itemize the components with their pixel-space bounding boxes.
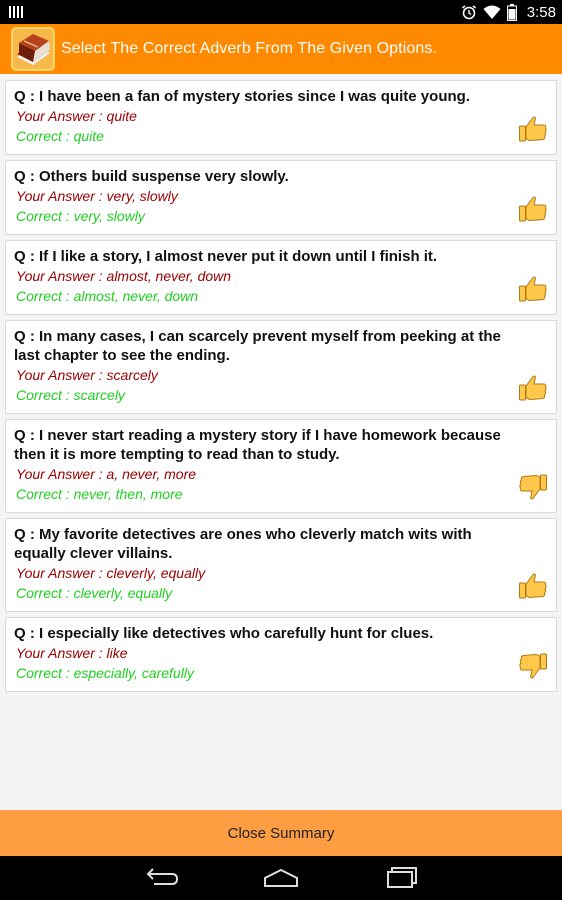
recent-apps-icon[interactable] xyxy=(382,864,422,892)
battery-icon xyxy=(506,3,517,21)
thumbs-up-icon xyxy=(519,116,547,142)
status-time: 3:58 xyxy=(526,3,556,21)
question-card: Q : I have been a fan of mystery stories… xyxy=(5,80,557,155)
question-card: Q : If I like a story, I almost never pu… xyxy=(5,240,557,315)
your-answer: Your Answer : cleverly, equally xyxy=(16,565,206,581)
app-header: Select The Correct Adverb From The Given… xyxy=(0,24,562,74)
home-icon[interactable] xyxy=(261,864,301,892)
question-text: Q : Others build suspense very slowly. xyxy=(14,168,289,185)
thumbs-down-icon xyxy=(519,474,547,500)
page-title: Select The Correct Adverb From The Given… xyxy=(61,40,438,57)
thumbs-up-icon xyxy=(519,276,547,302)
your-answer: Your Answer : scarcely xyxy=(16,367,158,383)
correct-answer: Correct : almost, never, down xyxy=(16,288,199,304)
navigation-bar xyxy=(0,856,562,900)
your-answer: Your Answer : a, never, more xyxy=(16,466,197,482)
your-answer: Your Answer : like xyxy=(16,645,128,661)
wifi-icon xyxy=(483,5,501,19)
thumbs-up-icon xyxy=(519,573,547,599)
thumbs-up-icon xyxy=(519,375,547,401)
notification-bars-icon xyxy=(9,6,23,18)
close-summary-button[interactable]: Close Summary xyxy=(0,810,562,856)
question-text: Q : I never start reading a mystery stor… xyxy=(14,427,501,463)
your-answer: Your Answer : almost, never, down xyxy=(16,268,232,284)
back-icon[interactable] xyxy=(140,864,180,892)
correct-answer: Correct : very, slowly xyxy=(16,208,145,224)
correct-answer: Correct : scarcely xyxy=(16,387,125,403)
question-card: Q : My favorite detectives are ones who … xyxy=(5,518,557,612)
alarm-icon xyxy=(461,5,476,20)
question-text: Q : My favorite detectives are ones who … xyxy=(14,526,472,562)
correct-answer: Correct : quite xyxy=(16,128,104,144)
question-card: Q : Others build suspense very slowly. Y… xyxy=(5,160,557,235)
your-answer: Your Answer : very, slowly xyxy=(16,188,178,204)
question-summary-list: Q : I have been a fan of mystery stories… xyxy=(0,74,562,697)
your-answer: Your Answer : quite xyxy=(16,108,137,124)
question-card: Q : In many cases, I can scarcely preven… xyxy=(5,320,557,414)
question-text: Q : I have been a fan of mystery stories… xyxy=(14,88,470,105)
question-card: Q : I never start reading a mystery stor… xyxy=(5,419,557,513)
correct-answer: Correct : especially, carefully xyxy=(16,665,194,681)
status-bar: 3:58 xyxy=(0,0,562,24)
question-card: Q : I especially like detectives who car… xyxy=(5,617,557,692)
correct-answer: Correct : cleverly, equally xyxy=(16,585,173,601)
question-text: Q : I especially like detectives who car… xyxy=(14,625,434,642)
book-app-icon xyxy=(11,27,55,71)
question-text: Q : In many cases, I can scarcely preven… xyxy=(14,328,501,364)
question-text: Q : If I like a story, I almost never pu… xyxy=(14,248,438,265)
thumbs-up-icon xyxy=(519,196,547,222)
status-icons: 3:58 xyxy=(461,0,556,24)
thumbs-down-icon xyxy=(519,653,547,679)
close-summary-label: Close Summary xyxy=(227,824,335,842)
correct-answer: Correct : never, then, more xyxy=(16,486,183,502)
